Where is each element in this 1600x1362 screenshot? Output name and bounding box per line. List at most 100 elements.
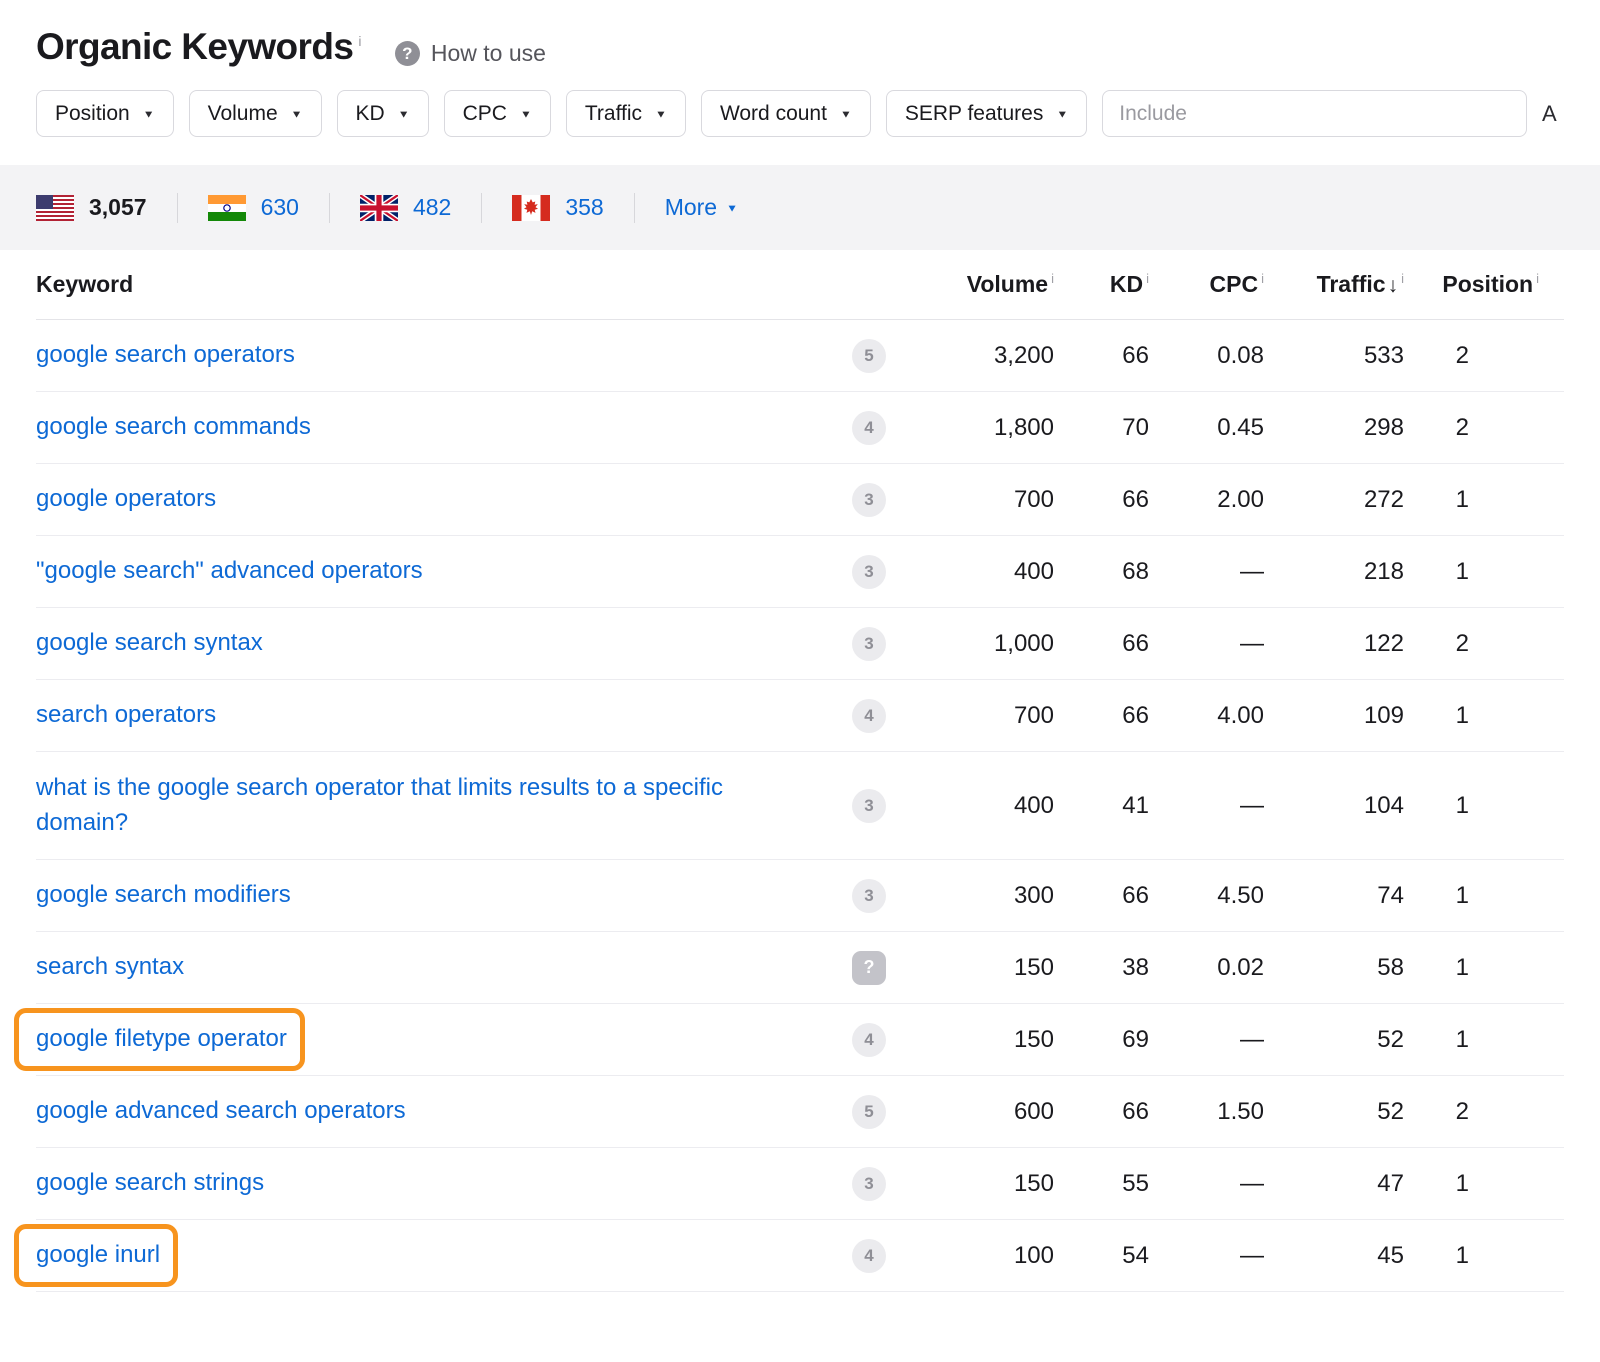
keyword-link[interactable]: search operators [36, 701, 216, 728]
chevron-down-icon: ▼ [398, 108, 410, 120]
column-header-kd[interactable]: KDi [1054, 271, 1149, 298]
table-row: "google search" advanced operators 3 400… [36, 536, 1564, 608]
serp-features-badge[interactable]: 4 [852, 699, 886, 733]
kd-value: 55 [1054, 1170, 1149, 1198]
cpc-value: 0.02 [1149, 954, 1264, 982]
cpc-value: 4.00 [1149, 702, 1264, 730]
country-tab-canada[interactable]: 358 [482, 194, 633, 221]
serp-features-badge[interactable]: 3 [852, 789, 886, 823]
cutoff-control[interactable]: A [1542, 101, 1564, 127]
filter-serp-features-button[interactable]: SERP features▼ [886, 90, 1087, 137]
position-value: 1 [1404, 486, 1564, 514]
serp-features-badge[interactable]: 3 [852, 1167, 886, 1201]
filter-kd-button[interactable]: KD▼ [337, 90, 429, 137]
volume-value: 1,800 [904, 414, 1054, 442]
title-info-icon[interactable]: i [358, 33, 361, 49]
uk-flag-icon [360, 195, 398, 221]
serp-question-badge[interactable]: ? [852, 951, 886, 985]
keyword-link[interactable]: what is the google search operator that … [36, 774, 723, 836]
highlight-annotation: google inurl [36, 1238, 160, 1273]
chevron-down-icon: ▼ [655, 108, 667, 120]
column-header-cpc[interactable]: CPCi [1149, 271, 1264, 298]
serp-features-badge[interactable]: 5 [852, 1095, 886, 1129]
volume-value: 600 [904, 1098, 1054, 1126]
traffic-value: 52 [1264, 1098, 1404, 1126]
position-value: 2 [1404, 342, 1564, 370]
country-tab-us[interactable]: 3,057 [36, 194, 177, 221]
position-value: 1 [1404, 558, 1564, 586]
volume-value: 700 [904, 486, 1054, 514]
volume-value: 1,000 [904, 630, 1054, 658]
chevron-down-icon: ▼ [1056, 108, 1068, 120]
serp-features-badge[interactable]: 5 [852, 339, 886, 373]
keyword-link[interactable]: "google search" advanced operators [36, 557, 423, 584]
country-tab-india[interactable]: 630 [178, 194, 329, 221]
serp-features-badge[interactable]: 3 [852, 627, 886, 661]
column-header-keyword[interactable]: Keyword [36, 271, 834, 298]
keyword-link[interactable]: google search commands [36, 413, 311, 440]
keyword-link[interactable]: google search syntax [36, 629, 263, 656]
traffic-value: 109 [1264, 702, 1404, 730]
serp-features-badge[interactable]: 4 [852, 411, 886, 445]
country-count: 3,057 [89, 194, 147, 221]
serp-features-badge[interactable]: 4 [852, 1023, 886, 1057]
how-to-use-link[interactable]: ? How to use [395, 40, 546, 67]
filter-volume-button[interactable]: Volume▼ [189, 90, 322, 137]
india-flag-icon [208, 195, 246, 221]
volume-value: 100 [904, 1242, 1054, 1270]
kd-value: 66 [1054, 1098, 1149, 1126]
volume-value: 3,200 [904, 342, 1054, 370]
serp-features-badge[interactable]: 3 [852, 555, 886, 589]
keyword-link[interactable]: search syntax [36, 953, 184, 980]
position-value: 1 [1404, 1242, 1564, 1270]
traffic-value: 104 [1264, 792, 1404, 820]
table-row: google search operators 5 3,200 66 0.08 … [36, 320, 1564, 392]
country-count: 482 [413, 194, 451, 221]
volume-value: 150 [904, 954, 1054, 982]
filter-word-count-button[interactable]: Word count▼ [701, 90, 871, 137]
kd-value: 68 [1054, 558, 1149, 586]
kd-value: 54 [1054, 1242, 1149, 1270]
kd-value: 41 [1054, 792, 1149, 820]
position-value: 2 [1404, 1098, 1564, 1126]
column-header-position[interactable]: Positioni [1404, 271, 1564, 298]
filter-cpc-button[interactable]: CPC▼ [444, 90, 551, 137]
serp-features-badge[interactable]: 3 [852, 483, 886, 517]
serp-features-badge[interactable]: 4 [852, 1239, 886, 1273]
chevron-down-icon: ▼ [726, 202, 738, 214]
traffic-value: 45 [1264, 1242, 1404, 1270]
more-countries-button[interactable]: More▼ [635, 194, 738, 221]
position-value: 1 [1404, 1026, 1564, 1054]
traffic-value: 533 [1264, 342, 1404, 370]
serp-features-badge[interactable]: 3 [852, 879, 886, 913]
volume-value: 150 [904, 1026, 1054, 1054]
filter-position-button[interactable]: Position▼ [36, 90, 174, 137]
keyword-link[interactable]: google inurl [36, 1241, 160, 1268]
keyword-link[interactable]: google search modifiers [36, 881, 291, 908]
kd-value: 70 [1054, 414, 1149, 442]
kd-value: 38 [1054, 954, 1149, 982]
table-row: google operators 3 700 66 2.00 272 1 [36, 464, 1564, 536]
cpc-value: — [1149, 792, 1264, 820]
country-tabs-bar: 3,057 630 482 358 More▼ [0, 165, 1600, 250]
country-count: 630 [261, 194, 299, 221]
keyword-link[interactable]: google search operators [36, 341, 295, 368]
chevron-down-icon: ▼ [840, 108, 852, 120]
kd-value: 66 [1054, 702, 1149, 730]
traffic-value: 218 [1264, 558, 1404, 586]
position-value: 1 [1404, 792, 1564, 820]
keyword-link[interactable]: google search strings [36, 1169, 264, 1196]
filter-traffic-button[interactable]: Traffic▼ [566, 90, 686, 137]
keyword-link[interactable]: google filetype operator [36, 1025, 287, 1052]
country-tab-uk[interactable]: 482 [330, 194, 481, 221]
column-header-traffic[interactable]: Traffic↓i [1264, 271, 1404, 298]
cpc-value: — [1149, 558, 1264, 586]
organic-keywords-table: Keyword Volumei KDi CPCi Traffic↓i Posit… [0, 250, 1600, 1330]
include-input[interactable] [1102, 90, 1527, 137]
kd-value: 69 [1054, 1026, 1149, 1054]
keyword-link[interactable]: google operators [36, 485, 216, 512]
position-value: 2 [1404, 630, 1564, 658]
column-header-volume[interactable]: Volumei [904, 271, 1054, 298]
keyword-link[interactable]: google advanced search operators [36, 1097, 406, 1124]
traffic-value: 122 [1264, 630, 1404, 658]
